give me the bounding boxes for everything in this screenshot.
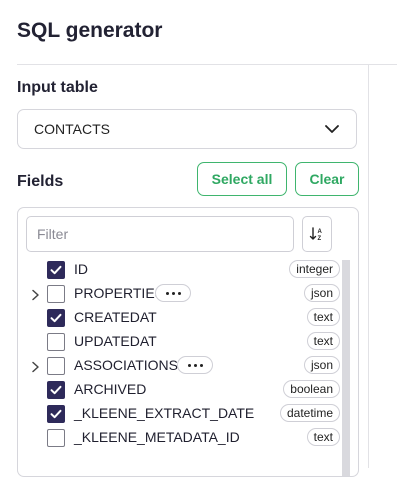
dot [193,363,197,367]
field-checkbox[interactable] [47,309,65,327]
field-checkbox[interactable] [47,429,65,447]
field-name: UPDATEDAT [74,333,157,349]
header-divider [17,64,397,65]
field-checkbox[interactable] [47,357,65,375]
field-checkbox[interactable] [47,405,65,423]
chevron-right-icon[interactable] [30,361,40,373]
more-options-button[interactable] [155,284,191,302]
field-type-badge: json [303,284,340,302]
sort-icon: A Z [309,227,323,242]
field-type-badge: text [306,332,340,350]
checkmark-icon [50,409,62,419]
chevron-right-icon[interactable] [30,289,40,301]
svg-text:A: A [318,229,323,235]
field-row[interactable]: CREATEDAT text [18,307,342,331]
field-name: ARCHIVED [74,381,147,397]
dot [171,291,175,295]
input-table-select[interactable]: CONTACTS [17,109,357,149]
field-type-badge: integer [289,260,340,278]
field-row[interactable]: ASSOCIATIONS json [18,355,342,379]
field-type-badge: json [303,356,340,374]
field-row[interactable]: ID integer [18,259,342,283]
fields-label: Fields [17,173,64,190]
field-type-badge: boolean [283,380,340,398]
field-name: _KLEENE_EXTRACT_DATE [74,405,255,421]
checkmark-icon [50,265,62,275]
svg-text:Z: Z [318,236,322,242]
clear-button[interactable]: Clear [295,162,359,196]
sort-button[interactable]: A Z [302,216,332,252]
field-name: PROPERTIES [74,285,164,301]
field-name: CREATEDAT [74,309,157,325]
field-row[interactable]: ARCHIVED boolean [18,379,342,403]
panel-divider [368,65,369,468]
dot [177,291,181,295]
chevron-down-icon [325,125,339,133]
field-row[interactable]: UPDATEDAT text [18,331,342,355]
field-type-badge: text [306,428,340,446]
field-row[interactable]: _KLEENE_EXTRACT_DATE datetime [18,403,342,427]
scrollbar-thumb[interactable] [342,260,350,476]
field-name: ID [74,261,88,277]
dot [199,363,203,367]
fields-panel: A Z ID integer PROPERTIES json CREATEDAT text… [17,207,359,477]
field-checkbox[interactable] [47,261,65,279]
field-checkbox[interactable] [47,285,65,303]
field-row[interactable]: _KLEENE_METADATA_ID text [18,427,342,451]
field-type-badge: text [306,308,340,326]
select-all-button[interactable]: Select all [197,162,287,196]
field-checkbox[interactable] [47,381,65,399]
field-name: _KLEENE_METADATA_ID [74,429,240,445]
page-title: SQL generator [17,19,163,42]
field-row[interactable]: PROPERTIES json [18,283,342,307]
field-checkbox[interactable] [47,333,65,351]
more-options-button[interactable] [177,356,213,374]
input-table-value: CONTACTS [34,121,110,137]
input-table-label: Input table [17,79,98,96]
checkmark-icon [50,313,62,323]
checkmark-icon [50,385,62,395]
field-name: ASSOCIATIONS [74,357,178,373]
filter-input[interactable] [26,216,294,252]
field-type-badge: datetime [279,404,340,422]
dot [187,363,191,367]
dot [165,291,169,295]
